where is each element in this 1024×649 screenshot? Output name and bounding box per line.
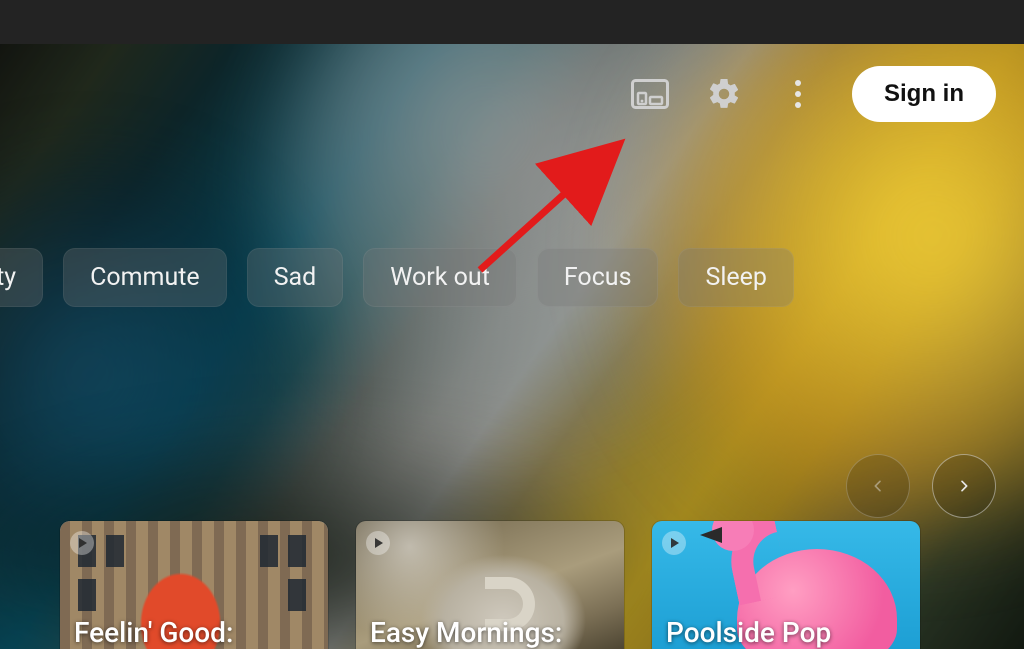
playlist-title: Feelin' Good: [74,618,233,649]
chip-label: Sleep [705,263,766,292]
mood-chip-row: rty Commute Sad Work out Focus Sleep [0,248,1024,307]
more-vertical-icon[interactable] [778,74,818,114]
mood-chip[interactable]: Work out [363,248,517,307]
chip-label: Focus [564,263,632,292]
playlist-title: Easy Mornings: [370,618,562,649]
background-image: Sign in rty Commute Sad Work out Focus S… [0,44,1024,649]
carousel-nav [846,454,996,518]
playlist-title: Poolside Pop [666,618,831,649]
chevron-left-icon [870,478,886,494]
play-icon [366,531,390,555]
cast-icon[interactable] [630,74,670,114]
sign-in-button[interactable]: Sign in [852,66,996,122]
chevron-right-icon [956,478,972,494]
playlist-card-row: Feelin' Good: Easy Mornings: Poolside Po… [60,521,920,649]
app-viewport: Sign in rty Commute Sad Work out Focus S… [0,0,1024,649]
playlist-card[interactable]: Poolside Pop [652,521,920,649]
mood-chip[interactable]: Sleep [678,248,793,307]
mood-chip[interactable]: Sad [247,248,344,307]
device-status-bar [0,0,1024,44]
chip-label: Work out [390,263,490,292]
mood-chip[interactable]: Focus [537,248,659,307]
gear-icon[interactable] [704,74,744,114]
carousel-prev-button[interactable] [846,454,910,518]
carousel-next-button[interactable] [932,454,996,518]
mood-chip[interactable]: rty [0,248,43,307]
chip-label: Sad [274,263,317,292]
chip-label: Commute [90,263,200,292]
mood-chip[interactable]: Commute [63,248,227,307]
playlist-card[interactable]: Easy Mornings: [356,521,624,649]
header-actions: Sign in [630,66,996,122]
chip-label: rty [0,263,16,292]
play-icon [662,531,686,555]
play-icon [70,531,94,555]
playlist-card[interactable]: Feelin' Good: [60,521,328,649]
